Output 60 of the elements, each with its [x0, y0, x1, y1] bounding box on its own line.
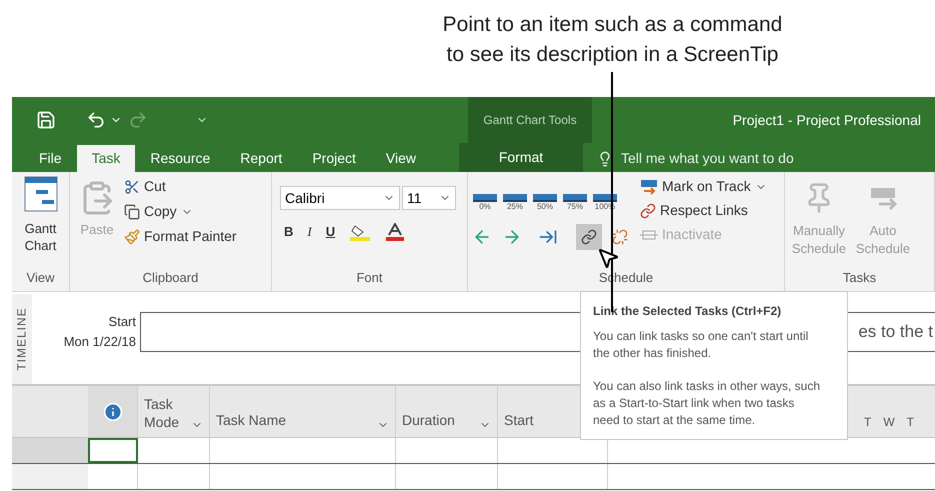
redo-icon[interactable]: [128, 110, 148, 130]
start-label: Start: [108, 313, 136, 331]
gantt-chart-icon: [24, 176, 58, 212]
start-date: Mon 1/22/18: [64, 332, 136, 350]
callout-text: Point to an item such as a command: [442, 12, 782, 38]
font-size-field[interactable]: 11: [402, 186, 456, 210]
scissors-icon: [124, 178, 140, 194]
inactive-task-icon: [640, 230, 658, 240]
ribbon-tab[interactable]: Project: [297, 145, 371, 172]
tell-me-field[interactable]: Tell me what you want to do: [596, 145, 794, 172]
ribbon-tab[interactable]: Format: [458, 143, 583, 172]
link-icon: [581, 229, 597, 245]
percent-complete-button[interactable]: 50%: [532, 194, 558, 212]
percent-complete-button[interactable]: 25%: [502, 194, 528, 212]
ribbon-tab[interactable]: Report: [225, 145, 298, 172]
group-label: View: [26, 268, 56, 286]
window-title: Project1 - Project Professional: [732, 110, 921, 130]
link-icon: [640, 202, 656, 218]
column-header[interactable]: Task Mode: [138, 386, 210, 437]
column-header[interactable]: Duration: [396, 386, 498, 437]
ribbon-tab[interactable]: File: [24, 145, 77, 172]
timeline-hint: es to the t: [858, 321, 934, 344]
highlight-color-icon[interactable]: [349, 222, 372, 241]
timescale-day: T: [906, 413, 914, 431]
format-painter-button[interactable]: Format Painter: [124, 226, 237, 247]
percent-complete-button[interactable]: 0%: [472, 194, 498, 212]
mouse-cursor-icon: [596, 246, 620, 270]
save-icon[interactable]: [36, 110, 56, 130]
font-color-icon[interactable]: [385, 222, 406, 241]
group-label: Clipboard: [142, 268, 200, 287]
gantt-chart-button[interactable]: Gantt Chart: [16, 176, 65, 254]
timescale-day: T: [864, 413, 872, 431]
context-label: Gantt Chart Tools: [483, 112, 577, 129]
ribbon-tab[interactable]: Resource: [135, 145, 226, 172]
cut-button[interactable]: Cut: [124, 176, 237, 197]
group-label: Font: [355, 268, 384, 286]
task-bar-icon: [640, 178, 658, 194]
copy-button[interactable]: Copy: [124, 201, 237, 222]
bold-button[interactable]: B: [284, 222, 294, 242]
info-icon: [102, 402, 122, 422]
underline-button[interactable]: U: [326, 222, 336, 242]
mark-on-track-button[interactable]: Mark on Track: [640, 176, 767, 197]
italic-button[interactable]: I: [307, 222, 312, 242]
undo-icon[interactable]: [86, 110, 106, 130]
callout-text: to see its description in a ScreenTip: [446, 42, 778, 68]
ribbon-tab[interactable]: Task: [76, 145, 136, 172]
timeline-side-bar: TIMELINE: [12, 294, 32, 384]
screentip-text: You can link tasks so one can't start until the other has finished.: [593, 328, 810, 362]
group-label: Tasks: [842, 268, 878, 286]
copy-icon: [124, 204, 140, 220]
ribbon-tab[interactable]: View: [370, 145, 431, 172]
percent-complete-button[interactable]: 75%: [562, 194, 588, 212]
table-cell[interactable]: [88, 438, 138, 463]
respect-links-button[interactable]: Respect Links: [640, 200, 767, 221]
link-tasks-button[interactable]: [576, 224, 602, 250]
font-name-field[interactable]: Calibri: [280, 186, 400, 210]
unlink-icon[interactable]: [612, 229, 628, 245]
paintbrush-icon: [124, 228, 140, 244]
column-header[interactable]: Task Name: [210, 386, 396, 437]
timescale-day: W: [883, 413, 895, 431]
